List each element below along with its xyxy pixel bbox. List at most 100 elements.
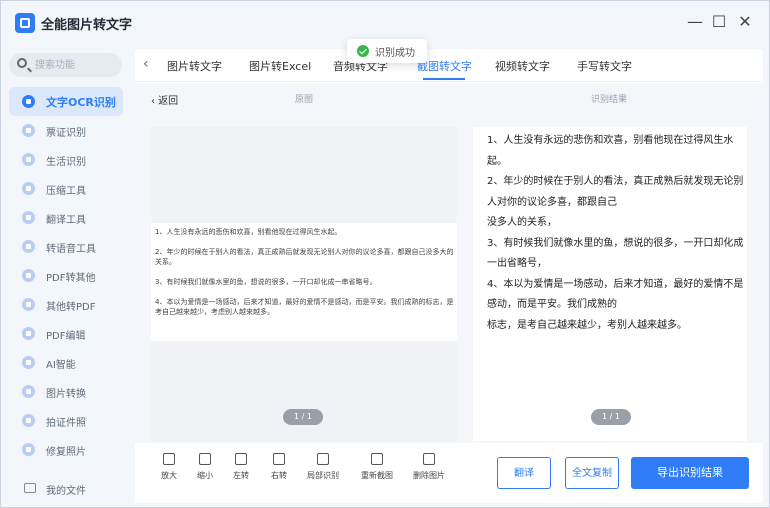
rotate-left-button[interactable]: 左转 <box>221 453 261 493</box>
tab-bar: ‹ 图片转文字 图片转Excel 音频转文字 截图转文字 视频转文字 手写转文字 <box>135 49 763 82</box>
sidebar-item-other-to-pdf[interactable]: 其他转PDF <box>9 290 123 319</box>
sidebar-item-label: AI智能 <box>46 360 76 371</box>
toast-label: 识别成功 <box>375 48 415 59</box>
sidebar-item-image-convert[interactable]: 图片转换 <box>9 377 123 406</box>
zoom-in-button[interactable]: 放大 <box>149 453 189 493</box>
rotate-right-button[interactable]: 右转 <box>259 453 299 493</box>
image-convert-icon <box>22 385 35 398</box>
source-line: 1、人生没有永远的悲伤和欢喜，别看他现在过得风生水起。 <box>155 228 342 236</box>
source-line: 3、有时候我们就像水里的鱼，想说的很多，一开口却化成一串省略号。 <box>155 278 377 286</box>
my-files-label: 我的文件 <box>46 486 86 497</box>
rescreenshot-icon <box>371 453 383 465</box>
minimize-button[interactable]: — <box>685 12 705 32</box>
check-circle-icon <box>357 45 369 57</box>
source-image-text: 1、人生没有永远的悲伤和欢喜，别看他现在过得风生水起。 2、年少的时候在于别人的… <box>155 227 455 327</box>
tool-label: 左转 <box>233 471 249 480</box>
tool-label: 右转 <box>271 471 287 480</box>
image-blank-bottom <box>151 341 457 441</box>
partial-recognize-icon <box>317 453 329 465</box>
source-page-indicator: 1 / 1 <box>283 409 323 425</box>
search-box[interactable] <box>9 53 122 77</box>
result-line: 没多人的关系， <box>487 217 557 228</box>
sidebar-item-repair-photo[interactable]: 修复照片 <box>9 435 123 464</box>
pdf-icon <box>22 269 35 282</box>
delete-icon <box>423 453 435 465</box>
sidebar-item-ticket[interactable]: 票证识别 <box>9 116 123 145</box>
tab-handwriting-to-text[interactable]: 手写转文字 <box>577 58 632 74</box>
translate-button[interactable]: 翻译 <box>497 457 551 489</box>
app-logo-icon <box>15 13 35 33</box>
result-line: 4、本以为爱情是一场感动，后来才知道，最好的爱情不是 <box>487 278 744 290</box>
back-button[interactable]: ‹ 返回 <box>151 92 178 107</box>
sidebar-item-label: 票证识别 <box>46 128 86 139</box>
folder-icon <box>24 483 36 493</box>
sidebar-item-compress[interactable]: 压缩工具 <box>9 174 123 203</box>
sidebar-item-translate[interactable]: 翻译工具 <box>9 203 123 232</box>
rescreenshot-button[interactable]: 重新截图 <box>357 453 397 493</box>
sidebar: 文字OCR识别 票证识别 生活识别 压缩工具 翻译工具 转语音工具 PDF转其他… <box>1 45 131 507</box>
success-toast: 识别成功 <box>347 39 427 63</box>
sidebar-nav: 文字OCR识别 票证识别 生活识别 压缩工具 翻译工具 转语音工具 PDF转其他… <box>9 87 123 464</box>
source-line: 2、年少的时候在于别人的看法，真正成熟后就发现无论别人对你的议论多喜，都跟自己没… <box>155 248 454 266</box>
tab-image-to-excel[interactable]: 图片转Excel <box>249 58 311 74</box>
sidebar-item-label: 其他转PDF <box>46 302 96 313</box>
sidebar-item-life[interactable]: 生活识别 <box>9 145 123 174</box>
my-files-link[interactable]: 我的文件 <box>9 477 123 501</box>
result-line: 一出省略号， <box>487 258 547 269</box>
tool-label: 局部识别 <box>307 471 339 480</box>
tool-label: 缩小 <box>197 471 213 480</box>
result-panel[interactable]: 1、人生没有永远的悲伤和欢喜，别看他现在过得风生水 起。 2、年少的时候在于别人… <box>473 127 747 441</box>
tab-video-to-text[interactable]: 视频转文字 <box>495 58 550 74</box>
sidebar-item-label: 修复照片 <box>46 447 86 458</box>
sidebar-item-voice[interactable]: 转语音工具 <box>9 232 123 261</box>
sidebar-item-pdf-edit[interactable]: PDF编辑 <box>9 319 123 348</box>
app-title: 全能图片转文字 <box>41 18 133 33</box>
tool-label: 放大 <box>161 471 177 480</box>
sidebar-item-label: 压缩工具 <box>46 186 86 197</box>
sidebar-item-label: 拍证件照 <box>46 418 86 429</box>
delete-image-button[interactable]: 删除图片 <box>409 453 449 493</box>
sidebar-item-label: 图片转换 <box>46 389 86 400</box>
zoom-out-button[interactable]: 缩小 <box>185 453 225 493</box>
active-tab-indicator <box>423 78 465 80</box>
sidebar-item-label: 文字OCR识别 <box>46 96 116 109</box>
rotate-right-icon <box>273 453 285 465</box>
export-result-button[interactable]: 导出识别结果 <box>631 457 749 489</box>
tool-label: 删除图片 <box>413 471 445 480</box>
copy-all-button[interactable]: 全文复制 <box>565 457 619 489</box>
tool-label: 重新截图 <box>361 471 393 480</box>
result-title: 识别结果 <box>591 95 628 105</box>
repair-photo-icon <box>22 443 35 456</box>
ticket-icon <box>22 124 35 137</box>
ai-icon <box>22 356 35 369</box>
source-line: 4、本以为爱情是一场感动，后来才知道，最好的爱情不是感动，而是平安。我们成熟的标… <box>155 298 454 316</box>
result-line: 标志，是考自己越来越少，考别人越来越多。 <box>487 319 687 331</box>
pdf-edit-icon <box>22 327 35 340</box>
original-image-title: 原图 <box>295 95 314 105</box>
partial-recognize-button[interactable]: 局部识别 <box>303 453 343 493</box>
result-text[interactable]: 1、人生没有永远的悲伤和欢喜，别看他现在过得风生水 起。 2、年少的时候在于别人… <box>487 131 744 336</box>
result-line: 2、年少的时候在于别人的看法，真正成熟后就发现无论别 <box>487 176 744 187</box>
sidebar-item-label: PDF编辑 <box>46 331 86 342</box>
tab-image-to-text[interactable]: 图片转文字 <box>167 58 222 74</box>
search-input[interactable] <box>35 56 115 74</box>
image-blank-top <box>151 127 457 223</box>
sidebar-item-id-photo[interactable]: 拍证件照 <box>9 406 123 435</box>
maximize-button[interactable]: ☐ <box>709 12 729 32</box>
close-button[interactable]: ✕ <box>735 12 755 32</box>
tab-back-button[interactable]: ‹ <box>143 56 149 72</box>
ocr-icon <box>22 95 35 108</box>
id-photo-icon <box>22 414 35 427</box>
result-line: 1、人生没有永远的悲伤和欢喜，别看他现在过得风生水 <box>487 135 734 146</box>
sub-header: ‹ 返回 原图 识别结果 <box>135 83 763 113</box>
translate-icon <box>22 211 35 224</box>
voice-icon <box>22 240 35 253</box>
sidebar-item-ocr[interactable]: 文字OCR识别 <box>9 87 123 116</box>
sidebar-item-pdf-to-other[interactable]: PDF转其他 <box>9 261 123 290</box>
sidebar-item-ai[interactable]: AI智能 <box>9 348 123 377</box>
result-line: 感动，而是平安。我们成熟的 <box>487 299 617 310</box>
result-line: 人对你的议论多喜，都跟自己 <box>487 196 617 208</box>
sidebar-item-label: 转语音工具 <box>46 244 96 255</box>
sidebar-item-label: 翻译工具 <box>46 215 86 226</box>
main-panel: ‹ 图片转文字 图片转Excel 音频转文字 截图转文字 视频转文字 手写转文字… <box>135 39 763 503</box>
